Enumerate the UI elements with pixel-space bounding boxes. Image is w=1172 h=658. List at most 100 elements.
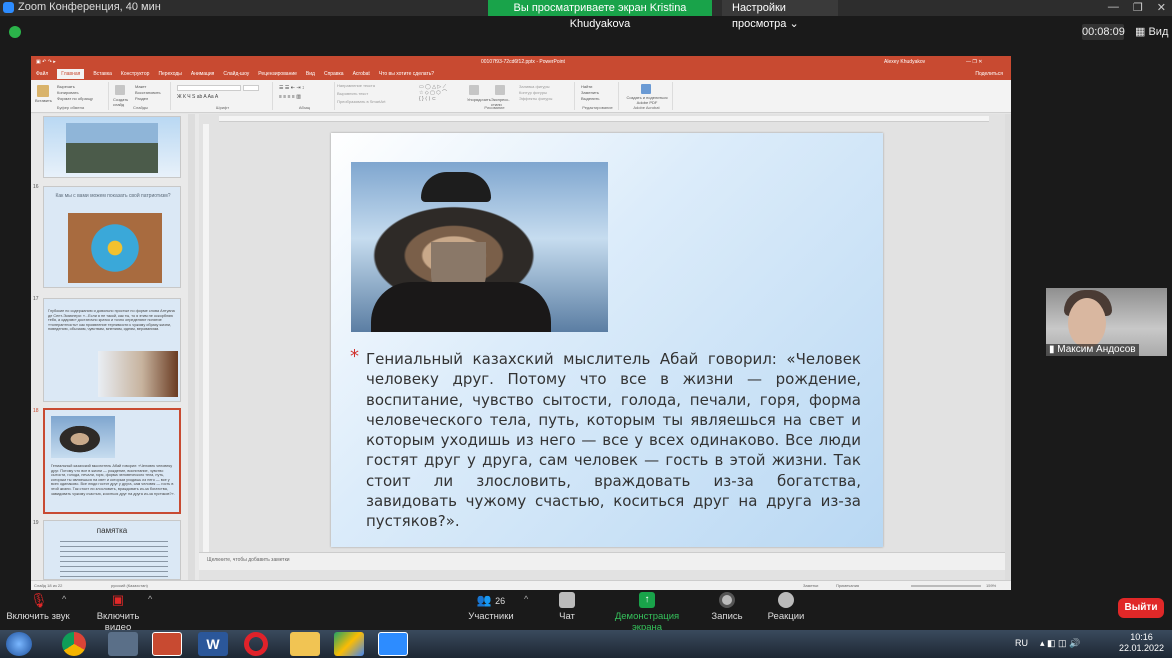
tab-animations[interactable]: Анимация	[191, 71, 214, 77]
reactions-button[interactable]: Реакции	[766, 592, 806, 622]
input-language[interactable]: RU	[1015, 638, 1028, 648]
adobe-pdf-icon[interactable]	[641, 84, 651, 94]
reactions-smiley-icon	[778, 592, 794, 608]
tab-file[interactable]: Файл	[36, 71, 48, 77]
abai-portrait-image[interactable]	[351, 162, 608, 332]
language-indicator[interactable]: русский (Казахстан)	[111, 583, 148, 588]
close-icon[interactable]: ✕	[1157, 1, 1166, 14]
current-slide[interactable]: * Гениальный казахский мыслитель Абай го…	[331, 133, 883, 547]
editing-group: Найти Заменить Выделить Редактирование	[577, 82, 619, 110]
comments-toggle[interactable]: Примечания	[836, 583, 859, 588]
align-text-button[interactable]: Выровнять текст	[337, 91, 386, 96]
participants-button[interactable]: 👥 26 Участники	[466, 592, 516, 622]
minimize-icon[interactable]: —	[1108, 1, 1119, 14]
chrome-icon[interactable]	[62, 632, 86, 656]
ppt-window-controls[interactable]: — ❐ ✕	[966, 56, 982, 68]
tell-me-search[interactable]: Что вы хотите сделать?	[379, 71, 434, 77]
tab-review[interactable]: Рецензирование	[258, 71, 297, 77]
start-button-icon[interactable]	[6, 632, 32, 656]
maximize-icon[interactable]: ❐	[1133, 1, 1143, 14]
video-options-chevron-icon[interactable]: ^	[148, 594, 152, 604]
tab-slideshow[interactable]: Слайд-шоу	[223, 71, 249, 77]
notes-pane[interactable]: Щелкните, чтобы добавить заметки	[199, 552, 1011, 570]
view-settings-dropdown[interactable]: Настройки просмотра ⌄	[722, 0, 838, 30]
opera-icon[interactable]	[244, 632, 268, 656]
shape-effects-button[interactable]: Эффекты фигуры	[519, 96, 552, 101]
slide-text-box[interactable]: * Гениальный казахский мыслитель Абай го…	[350, 346, 861, 532]
align-buttons[interactable]: ≡ ≡ ≡ ≡ ▥	[279, 94, 301, 100]
replace-button[interactable]: Заменить	[581, 90, 599, 95]
font-group: Ж К Ч S ab A Aa A Шрифт	[173, 82, 273, 110]
ppt-quick-access[interactable]: ▣ ↶ ↷ ▸	[36, 56, 56, 68]
thumbnail-number: 18	[33, 408, 39, 414]
share-screen-button[interactable]: ↑ Демонстрация экрана	[600, 592, 694, 633]
ppt-ribbon-tabs: Файл Главная Вставка Конструктор Переход…	[31, 68, 1011, 80]
participants-chevron-icon[interactable]: ^	[524, 594, 528, 604]
shapes-gallery[interactable]: ▭ ◯ △ ▷ ⟋ ☆ ◇ ▢ ⬡ ⌒{ } ⟨ ⟩ ⊂	[419, 84, 463, 104]
font-name-select[interactable]	[177, 85, 241, 91]
thumbnails-scrollbar[interactable]	[188, 114, 195, 580]
tab-design[interactable]: Конструктор	[121, 71, 150, 77]
reset-button[interactable]: Восстановить	[135, 90, 161, 95]
zoom-level[interactable]: 159%	[986, 583, 996, 588]
slide-thumbnail-18-selected[interactable]: Гениальный казахский мыслитель Абай гово…	[43, 408, 181, 514]
file-explorer-icon[interactable]	[290, 632, 320, 656]
editor-scrollbar[interactable]	[1005, 114, 1011, 580]
font-format-buttons[interactable]: Ж К Ч S ab A Aa A	[177, 94, 218, 100]
arrange-button[interactable]: Упорядочить	[467, 97, 491, 102]
section-button[interactable]: Раздел	[135, 96, 148, 101]
new-slide-icon[interactable]	[115, 85, 125, 95]
tab-acrobat[interactable]: Acrobat	[353, 71, 370, 77]
tab-view[interactable]: Вид	[306, 71, 315, 77]
smartart-button[interactable]: Преобразовать в SmartArt	[337, 99, 386, 104]
system-clock[interactable]: 10:16 22.01.2022	[1119, 632, 1164, 654]
zoom-taskbar-icon[interactable]	[378, 632, 408, 656]
ppt-share-button[interactable]: Поделиться	[975, 71, 1003, 77]
thumbnail-image	[51, 416, 115, 458]
arrange-icon[interactable]	[469, 85, 479, 95]
video-off-icon: ▣	[111, 592, 125, 607]
paste-button[interactable]: Вставить	[35, 98, 52, 103]
record-button[interactable]: Запись	[710, 592, 744, 622]
slide-thumbnail-17[interactable]: Глубокие по содержанию и довольно просты…	[43, 298, 181, 402]
format-painter-button[interactable]: Формат по образцу	[57, 96, 93, 101]
shape-fill-button[interactable]: Заливка фигуры	[519, 84, 550, 89]
copy-button[interactable]: Копировать	[57, 90, 79, 95]
slide-thumbnail-15[interactable]	[43, 116, 181, 178]
google-drive-icon[interactable]	[334, 632, 364, 656]
list-buttons[interactable]: ☰ ☰ ⇤ ⇥ ↕	[279, 85, 304, 91]
text-direction-button[interactable]: Направление текста	[337, 83, 386, 88]
tab-transitions[interactable]: Переходы	[158, 71, 181, 77]
audio-options-chevron-icon[interactable]: ^	[62, 594, 66, 604]
tab-help[interactable]: Справка	[324, 71, 344, 77]
tray-icons[interactable]: ▴ ◧ ◫ 🔊	[1040, 638, 1080, 649]
find-button[interactable]: Найти	[581, 84, 592, 89]
tab-home[interactable]: Главная	[57, 69, 85, 79]
thumbnail-text: Глубокие по содержанию и довольно просты…	[48, 309, 175, 332]
tab-insert[interactable]: Вставка	[93, 71, 112, 77]
portrait-coat	[371, 282, 551, 332]
leave-meeting-button[interactable]: Выйти	[1118, 598, 1164, 618]
encryption-shield-icon[interactable]	[9, 26, 21, 38]
quick-styles-icon[interactable]	[495, 85, 505, 95]
shared-powerpoint-window[interactable]: ▣ ↶ ↷ ▸ 00107f93-72cd6f12.pptx - PowerPo…	[31, 56, 1011, 590]
cut-button[interactable]: Вырезать	[57, 84, 75, 89]
app-icon[interactable]	[108, 632, 138, 656]
create-share-pdf-button[interactable]: Создать и поделиться Adobe PDF	[623, 95, 671, 105]
view-button[interactable]: ▦ Вид	[1135, 24, 1168, 40]
select-button[interactable]: Выделить	[581, 96, 599, 101]
font-size-select[interactable]	[243, 85, 259, 91]
slide-thumbnail-19[interactable]: памятка	[43, 520, 181, 580]
notes-toggle[interactable]: Заметки	[803, 583, 818, 588]
drawing-caption: Рисование	[484, 105, 505, 110]
zoom-slider[interactable]	[911, 585, 981, 587]
slide-thumbnail-16[interactable]: Как мы с вами можем показать свой патрио…	[43, 186, 181, 288]
shape-outline-button[interactable]: Контур фигуры	[519, 90, 547, 95]
chat-button[interactable]: Чат	[552, 592, 582, 622]
word-taskbar-icon[interactable]: W	[198, 632, 228, 656]
powerpoint-taskbar-icon[interactable]	[152, 632, 182, 656]
start-video-button[interactable]: ▣ Включить видео	[84, 592, 152, 633]
paste-icon[interactable]	[37, 85, 49, 97]
layout-button[interactable]: Макет	[135, 84, 146, 89]
unmute-button[interactable]: 🎙 Включить звук	[6, 592, 70, 622]
